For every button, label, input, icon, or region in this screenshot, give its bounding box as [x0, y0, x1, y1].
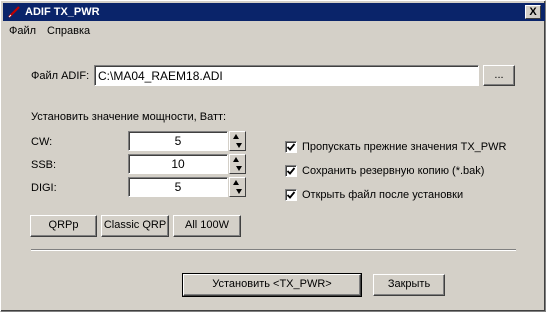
ssb-label: SSB:: [31, 159, 57, 171]
spin-arrows-icon: [233, 134, 242, 148]
ssb-power-field[interactable]: [128, 154, 228, 174]
title-bar: ADIF TX_PWR X: [3, 3, 545, 21]
skip-existing-label[interactable]: Пропускать прежние значения TX_PWR: [302, 141, 506, 153]
spin-arrows-icon: [233, 180, 242, 194]
preset-classic-qrp-button[interactable]: Classic QRP: [101, 215, 169, 237]
apply-tx-pwr-button[interactable]: Установить <TX_PWR>: [182, 273, 362, 297]
digi-spin-button[interactable]: [229, 177, 246, 197]
app-window: ADIF TX_PWR X Файл Справка Файл ADIF: ..…: [0, 0, 546, 312]
menu-bar: Файл Справка: [3, 22, 545, 40]
checkmark-icon: [286, 143, 296, 151]
power-section-label: Установить значение мощности, Ватт:: [31, 111, 227, 123]
browse-button[interactable]: ...: [483, 65, 515, 86]
ssb-spin-button[interactable]: [229, 154, 246, 174]
checkmark-icon: [286, 191, 296, 199]
digi-label: DIGI:: [31, 182, 57, 194]
cw-label: CW:: [31, 136, 53, 148]
open-after-checkbox[interactable]: [285, 189, 297, 201]
digi-power-input[interactable]: [129, 178, 227, 196]
pen-icon: [8, 6, 20, 18]
ssb-power-input[interactable]: [129, 155, 227, 173]
window-title: ADIF TX_PWR: [25, 6, 100, 18]
digi-power-field[interactable]: [128, 177, 228, 197]
browse-label: ...: [494, 69, 504, 81]
checkmark-icon: [286, 167, 296, 175]
backup-checkbox[interactable]: [285, 165, 297, 177]
close-button[interactable]: Закрыть: [373, 274, 445, 296]
file-path-field[interactable]: [94, 65, 479, 86]
divider: [31, 249, 516, 251]
cw-power-field[interactable]: [128, 131, 228, 151]
cw-spin-button[interactable]: [229, 131, 246, 151]
preset-qrpp-button[interactable]: QRPp: [30, 215, 97, 237]
close-window-button[interactable]: X: [525, 5, 541, 19]
spin-arrows-icon: [233, 157, 242, 171]
skip-existing-checkbox[interactable]: [285, 141, 297, 153]
preset-all-100w-button[interactable]: All 100W: [173, 215, 241, 237]
close-icon: X: [529, 6, 537, 18]
file-adif-label: Файл ADIF:: [31, 70, 90, 82]
menu-help[interactable]: Справка: [47, 25, 90, 37]
file-path-input[interactable]: [95, 66, 478, 85]
open-after-label[interactable]: Открыть файл после установки: [302, 189, 463, 201]
cw-power-input[interactable]: [129, 132, 227, 150]
menu-file[interactable]: Файл: [9, 25, 36, 37]
backup-label[interactable]: Сохранить резервную копию (*.bak): [302, 165, 484, 177]
